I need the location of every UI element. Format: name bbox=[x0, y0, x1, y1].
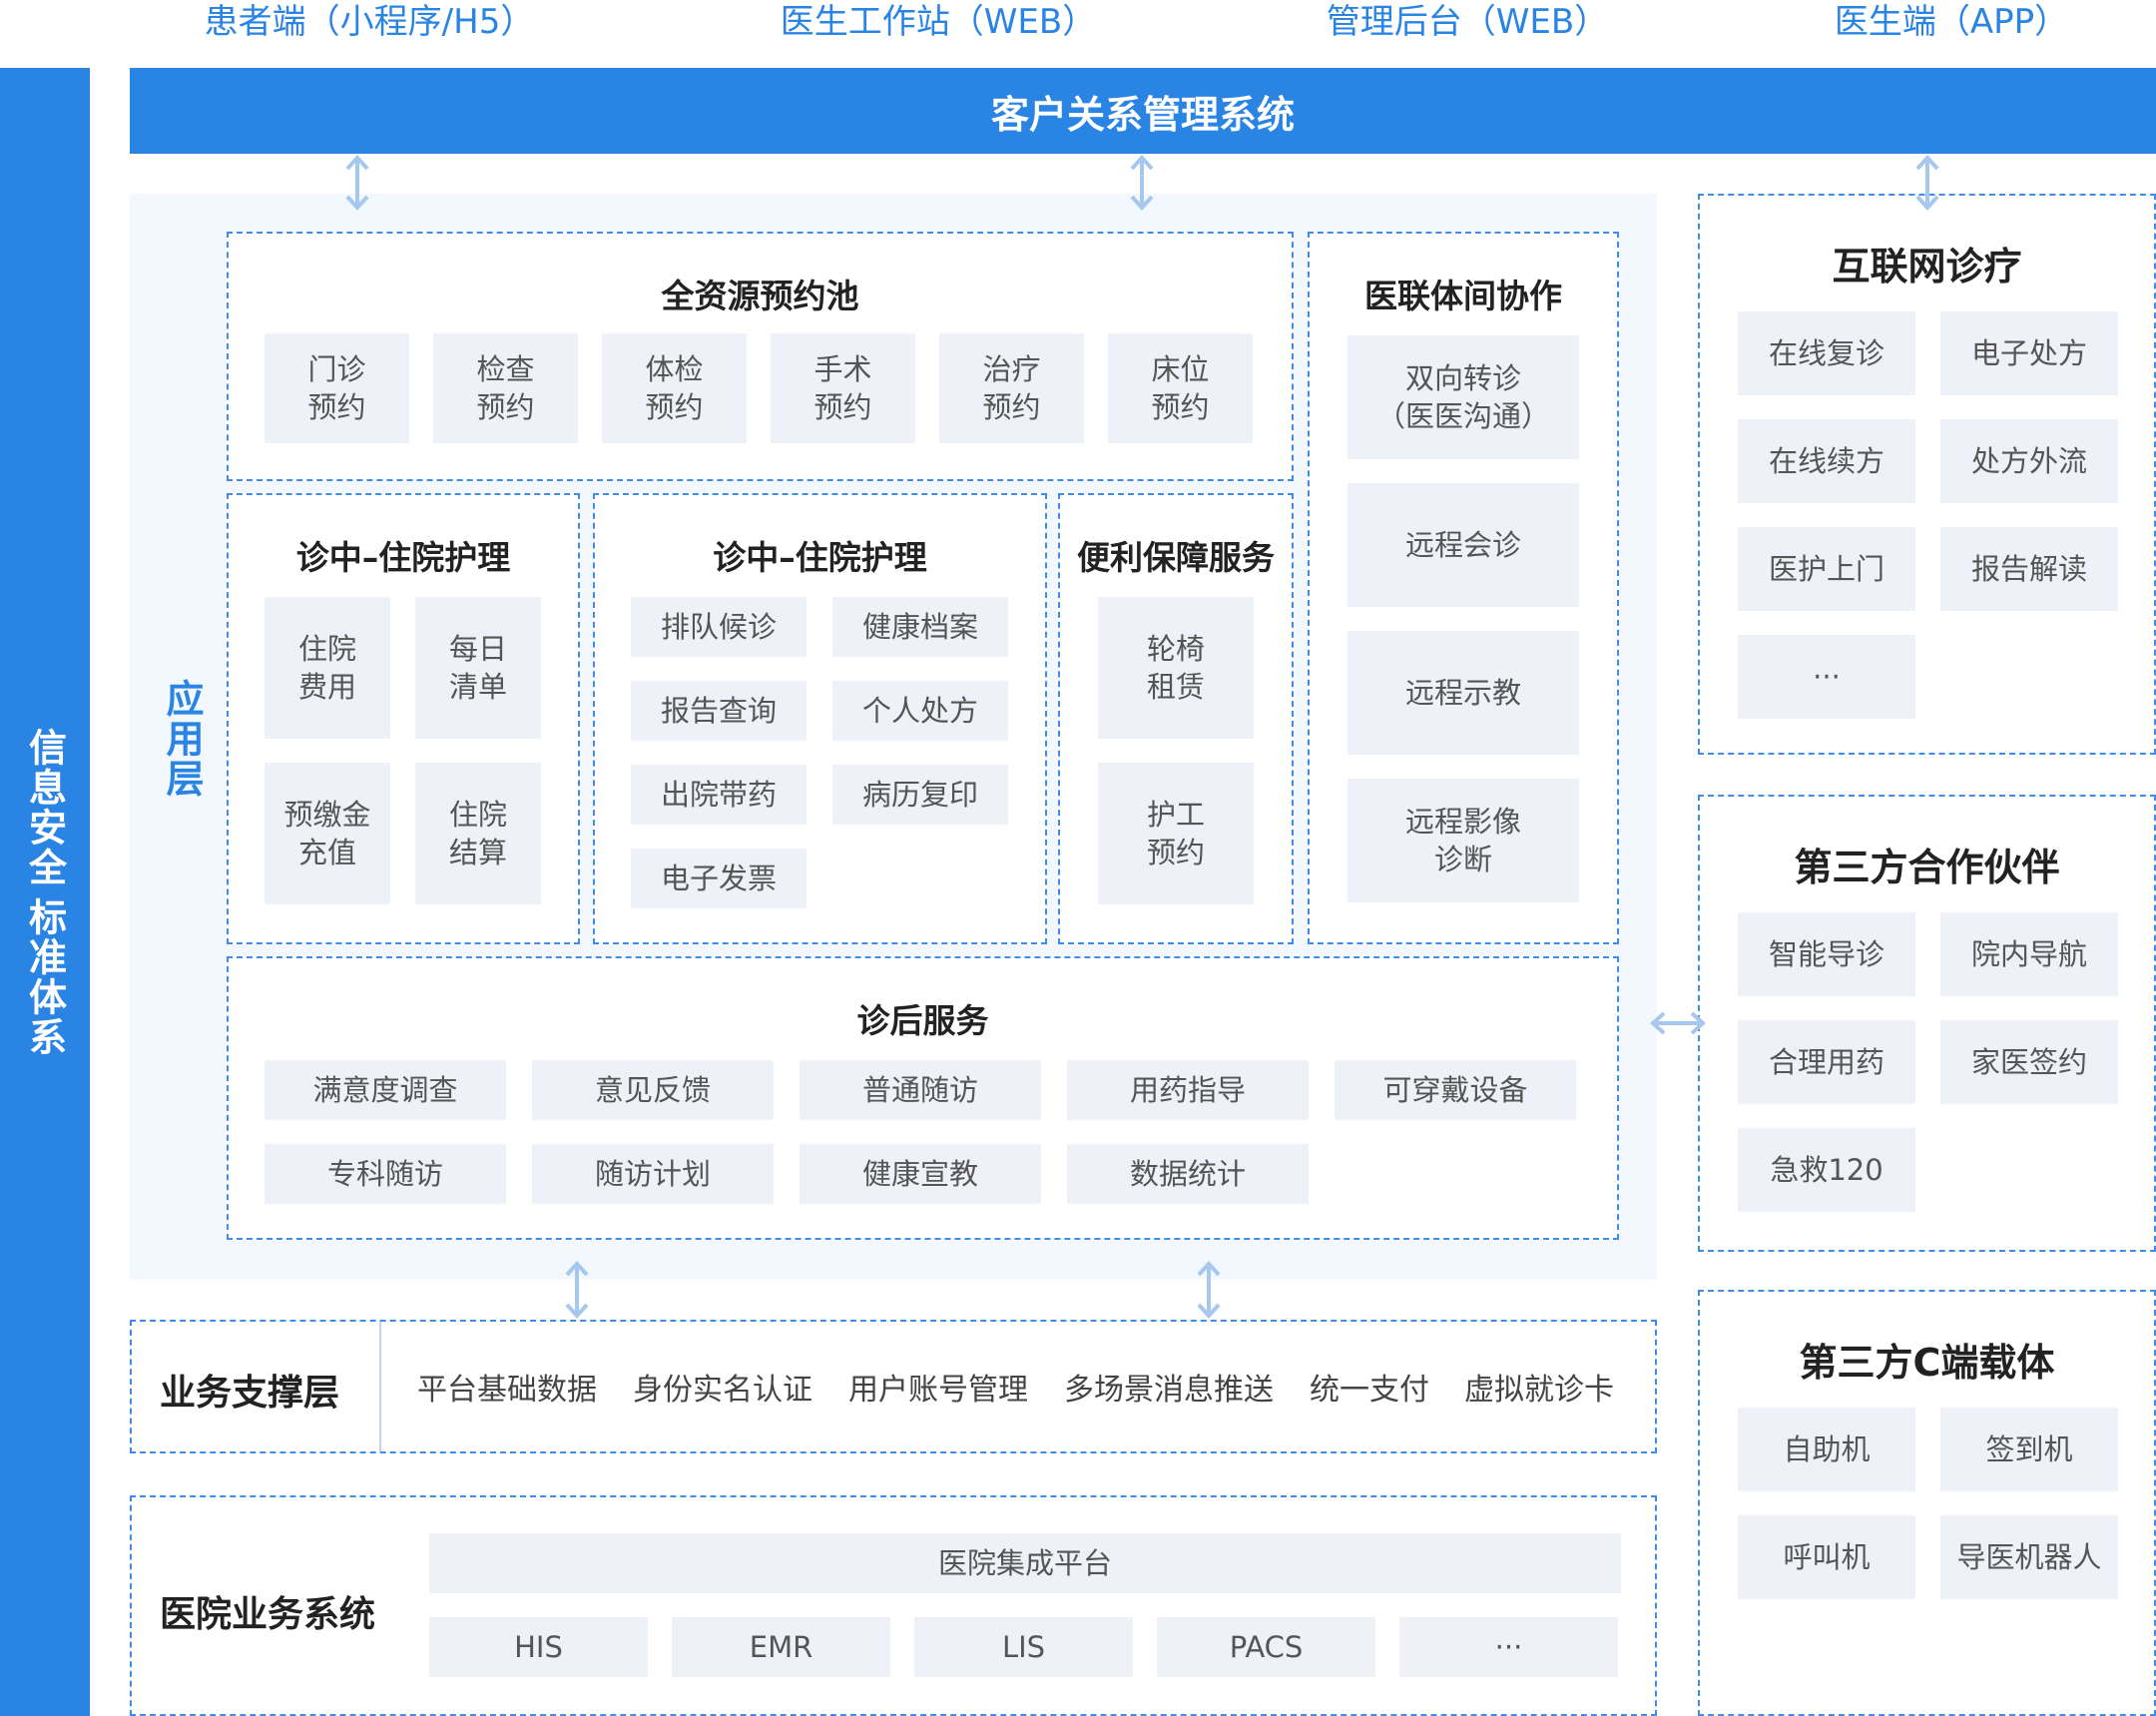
connector-arrow-crm-left bbox=[345, 155, 369, 211]
crm-bar: 客户关系管理系统 bbox=[130, 68, 2156, 154]
after-item-health-education: 健康宣教 bbox=[800, 1144, 1041, 1204]
internet-item-report-reading: 报告解读 bbox=[1940, 527, 2118, 611]
internet-item-more: ··· bbox=[1738, 635, 1915, 719]
alliance-item-referral: 双向转诊 （医医沟通） bbox=[1348, 335, 1579, 459]
booking-item-outpatient: 门诊 预约 bbox=[265, 333, 409, 443]
system-item-emr: EMR bbox=[672, 1617, 890, 1677]
after-item-specialist-follow-up: 专科随访 bbox=[265, 1144, 506, 1204]
after-item-follow-up-plan: 随访计划 bbox=[532, 1144, 774, 1204]
service-item-discharge-medicine: 出院带药 bbox=[631, 765, 807, 825]
internet-item-prescription-outflow: 处方外流 bbox=[1940, 419, 2118, 503]
system-item-lis: LIS bbox=[914, 1617, 1133, 1677]
after-item-wearable: 可穿戴设备 bbox=[1335, 1060, 1576, 1120]
inpatient-item-daily-list: 每日 清单 bbox=[415, 597, 541, 739]
partner-item-family-doctor: 家医签约 bbox=[1940, 1020, 2118, 1104]
booking-item-checkup: 体检 预约 bbox=[602, 333, 747, 443]
after-item-statistics: 数据统计 bbox=[1067, 1144, 1309, 1204]
system-item-his: HIS bbox=[429, 1617, 648, 1677]
c-end-item-check-in: 签到机 bbox=[1940, 1408, 2118, 1491]
connector-arrow-support-right bbox=[1197, 1261, 1221, 1319]
convenience-title: 便利保障服务 bbox=[1077, 538, 1275, 577]
booking-item-bed: 床位 预约 bbox=[1108, 333, 1253, 443]
support-item-identity: 身份实名认证 bbox=[633, 1373, 812, 1408]
booking-item-treatment: 治疗 预约 bbox=[939, 333, 1084, 443]
inpatient-item-fees: 住院 费用 bbox=[265, 597, 390, 739]
service-item-e-invoice: 电子发票 bbox=[631, 849, 807, 908]
alliance-collaboration-box: 医联体间协作 双向转诊 （医医沟通） 远程会诊 远程示教 远程影像 诊断 bbox=[1308, 232, 1619, 944]
security-label: 信息安全 bbox=[22, 727, 67, 887]
client-doctor-station-label: 医生工作站（WEB） bbox=[780, 2, 1097, 42]
hospital-business-system: 医院业务系统 医院集成平台 HIS EMR LIS PACS ··· bbox=[130, 1495, 1657, 1716]
convenience-item-caregiver: 护工 预约 bbox=[1098, 763, 1254, 904]
inpatient-item-settlement: 住院 结算 bbox=[415, 763, 541, 904]
support-item-virtual-card: 虚拟就诊卡 bbox=[1464, 1373, 1614, 1408]
third-party-title: 第三方合作伙伴 bbox=[1794, 846, 2060, 889]
support-item-account: 用户账号管理 bbox=[848, 1373, 1028, 1408]
integration-platform: 医院集成平台 bbox=[429, 1533, 1621, 1593]
support-divider bbox=[379, 1322, 381, 1451]
internet-item-home-care: 医护上门 bbox=[1738, 527, 1915, 611]
third-party-partner-box: 第三方合作伙伴 智能导诊 院内导航 合理用药 家医签约 急救120 bbox=[1698, 795, 2156, 1252]
standard-label: 标准体系 bbox=[22, 896, 67, 1057]
hospital-system-title: 医院业务系统 bbox=[160, 1594, 376, 1635]
after-item-follow-up: 普通随访 bbox=[800, 1060, 1041, 1120]
internet-item-renewal: 在线续方 bbox=[1738, 419, 1915, 503]
connector-arrow-crm-mid bbox=[1130, 155, 1154, 211]
connector-arrow-support-left bbox=[565, 1261, 589, 1319]
booking-pool-box: 全资源预约池 门诊 预约 检查 预约 体检 预约 手术 预约 治疗 预约 床位 … bbox=[227, 232, 1294, 481]
booking-item-surgery: 手术 预约 bbox=[771, 333, 915, 443]
support-item-payment: 统一支付 bbox=[1310, 1373, 1429, 1408]
service-item-report-query: 报告查询 bbox=[631, 681, 807, 741]
booking-item-exam: 检查 预约 bbox=[433, 333, 578, 443]
system-item-more: ··· bbox=[1399, 1617, 1618, 1677]
c-end-item-caller: 呼叫机 bbox=[1738, 1515, 1915, 1599]
partner-item-emergency: 急救120 bbox=[1738, 1128, 1915, 1212]
third-party-c-end-box: 第三方C端载体 自助机 签到机 呼叫机 导医机器人 bbox=[1698, 1290, 2156, 1716]
alliance-item-remote-teaching: 远程示教 bbox=[1348, 631, 1579, 755]
support-layer-title: 业务支撑层 bbox=[160, 1373, 340, 1414]
client-doctor-app-label: 医生端（APP） bbox=[1834, 2, 2069, 42]
partner-item-rational-drug: 合理用药 bbox=[1738, 1020, 1915, 1104]
connector-arrow-crm-right bbox=[1915, 155, 1939, 211]
security-standard-bar: 信息安全 标准体系 bbox=[0, 68, 90, 1716]
inpatient-care-box-mid: 诊中–住院护理 排队候诊 健康档案 报告查询 个人处方 出院带药 病历复印 电子… bbox=[593, 493, 1047, 944]
inpatient-care-box-left: 诊中–住院护理 住院 费用 每日 清单 预缴金 充值 住院 结算 bbox=[227, 493, 580, 944]
inpatient-left-title: 诊中–住院护理 bbox=[295, 538, 511, 577]
booking-pool-title: 全资源预约池 bbox=[661, 277, 859, 315]
internet-diagnosis-box: 互联网诊疗 在线复诊 电子处方 在线续方 处方外流 医护上门 报告解读 ··· bbox=[1698, 194, 2156, 755]
support-item-messaging: 多场景消息推送 bbox=[1064, 1373, 1274, 1408]
service-item-health-record: 健康档案 bbox=[832, 597, 1008, 657]
internet-item-e-prescription: 电子处方 bbox=[1940, 311, 2118, 395]
after-item-satisfaction: 满意度调查 bbox=[265, 1060, 506, 1120]
after-service-title: 诊后服务 bbox=[856, 1001, 989, 1040]
after-visit-service-box: 诊后服务 满意度调查 意见反馈 普通随访 用药指导 可穿戴设备 专科随访 随访计… bbox=[227, 956, 1619, 1240]
internet-item-online-revisit: 在线复诊 bbox=[1738, 311, 1915, 395]
convenience-service-box: 便利保障服务 轮椅 租赁 护工 预约 bbox=[1058, 493, 1294, 944]
system-item-pacs: PACS bbox=[1157, 1617, 1375, 1677]
support-item-base-data: 平台基础数据 bbox=[417, 1373, 597, 1408]
partner-item-navigation: 院内导航 bbox=[1940, 912, 2118, 996]
crm-title: 客户关系管理系统 bbox=[990, 92, 1295, 137]
alliance-item-remote-consult: 远程会诊 bbox=[1348, 483, 1579, 607]
application-layer-label: 应用层 bbox=[160, 679, 204, 799]
inpatient-mid-title: 诊中–住院护理 bbox=[713, 538, 927, 577]
c-end-item-self-service: 自助机 bbox=[1738, 1408, 1915, 1491]
service-item-record-copy: 病历复印 bbox=[832, 765, 1008, 825]
client-admin-label: 管理后台（WEB） bbox=[1326, 2, 1609, 42]
client-patient-label: 患者端（小程序/H5） bbox=[204, 2, 535, 42]
internet-title: 互联网诊疗 bbox=[1832, 245, 2022, 288]
service-item-queue: 排队候诊 bbox=[631, 597, 807, 657]
alliance-item-remote-imaging: 远程影像 诊断 bbox=[1348, 779, 1579, 902]
inpatient-item-deposit: 预缴金 充值 bbox=[265, 763, 390, 904]
after-item-medication-guide: 用药指导 bbox=[1067, 1060, 1309, 1120]
c-end-item-robot: 导医机器人 bbox=[1940, 1515, 2118, 1599]
alliance-title: 医联体间协作 bbox=[1364, 277, 1562, 315]
connector-arrow-partners bbox=[1650, 1011, 1706, 1035]
service-item-prescription: 个人处方 bbox=[832, 681, 1008, 741]
business-support-layer: 业务支撑层 平台基础数据 身份实名认证 用户账号管理 多场景消息推送 统一支付 … bbox=[130, 1320, 1657, 1453]
partner-item-smart-triage: 智能导诊 bbox=[1738, 912, 1915, 996]
convenience-item-wheelchair: 轮椅 租赁 bbox=[1098, 597, 1254, 739]
c-end-title: 第三方C端载体 bbox=[1799, 1341, 2055, 1385]
after-item-feedback: 意见反馈 bbox=[532, 1060, 774, 1120]
